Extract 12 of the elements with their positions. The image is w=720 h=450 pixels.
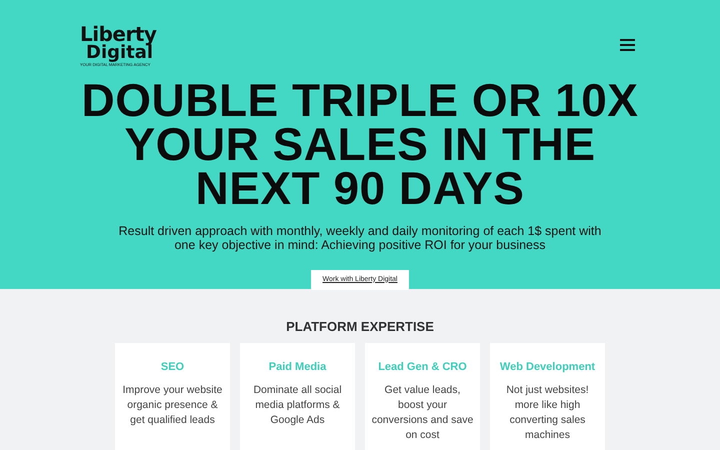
subtitle: Result driven approach with monthly, weekly and daily monitoring of each 1$ spent with one key objective in mind: Achieving positive ROI for your business (118, 224, 602, 252)
card-text: Not just websites! more like high converting sales machines (505, 383, 590, 443)
card-text: Improve your website organic presence & get qualified leads (122, 383, 224, 428)
card-title: Web Development (500, 360, 596, 374)
headline: DOUBLE TRIPLE OR 10X YOUR SALES IN THE NEXT 90 DAYS (82, 78, 638, 210)
card-text: Get value leads, boost your conversions and save on cost (371, 383, 474, 443)
card-title: Lead Gen & CRO (378, 360, 467, 374)
card-text: Dominate all social media platforms & Google Ads (252, 383, 343, 428)
menu-icon[interactable] (620, 39, 635, 51)
card-title: SEO (160, 360, 184, 374)
section-title: PLATFORM EXPERTISE (286, 318, 434, 336)
card-title: Paid Media (268, 360, 326, 374)
